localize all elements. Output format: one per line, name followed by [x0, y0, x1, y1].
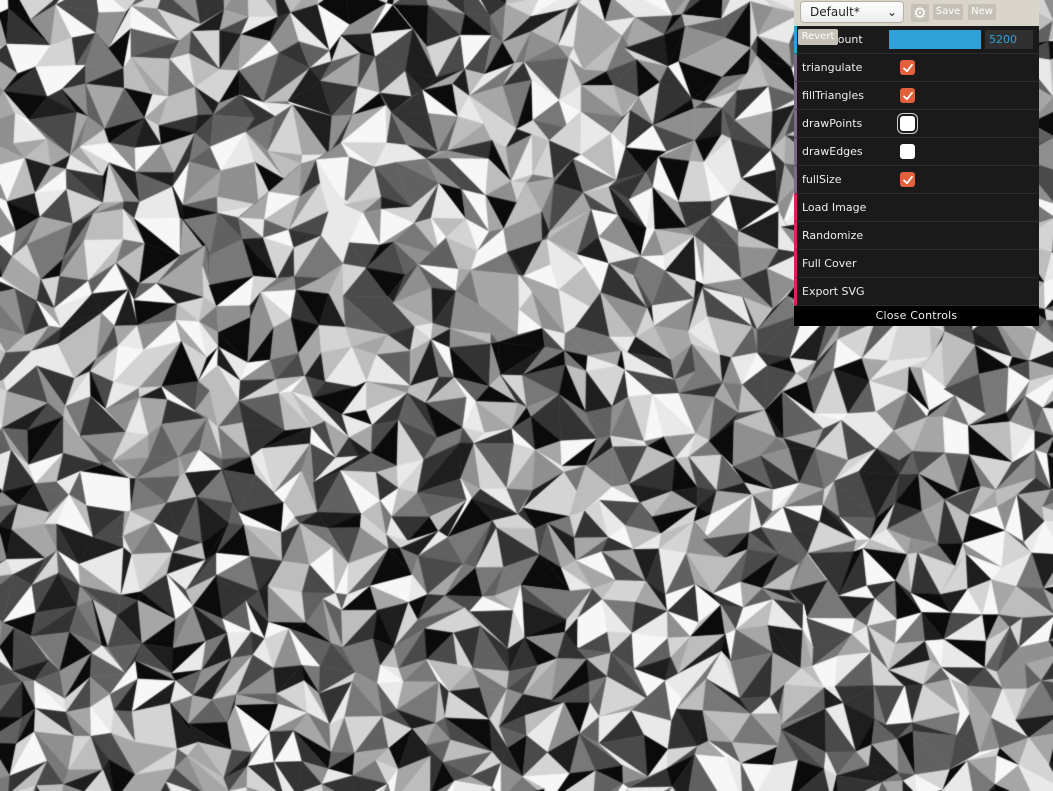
row-drawPoints: drawPoints [794, 110, 1039, 138]
new-button[interactable]: New [968, 4, 996, 20]
load-image-button[interactable]: Load Image [794, 194, 1039, 222]
full-cover-label: Full Cover [802, 257, 857, 270]
preset-select[interactable]: Default* ⌄ [800, 1, 904, 23]
checkmark-icon [903, 175, 913, 185]
row-triangulate: triangulate [794, 54, 1039, 82]
preset-toolbar: Default* ⌄ ⚙ Save New [794, 0, 1039, 26]
chevron-down-icon: ⌄ [886, 5, 897, 19]
gear-icon[interactable]: ⚙ [911, 4, 929, 22]
save-button[interactable]: Save [933, 4, 963, 20]
point-count-slider-fill [889, 30, 981, 49]
fillTriangles-label: fillTriangles [802, 89, 864, 102]
full-cover-button[interactable]: Full Cover [794, 250, 1039, 278]
export-svg-label: Export SVG [802, 285, 865, 298]
point-count-row: pointCount Revert 5200 [794, 26, 1039, 54]
point-count-input[interactable]: 5200 [985, 30, 1033, 49]
randomize-button[interactable]: Randomize [794, 222, 1039, 250]
triangulation-stage: Default* ⌄ ⚙ Save New pointCount Revert … [0, 0, 1053, 791]
close-controls-button[interactable]: Close Controls [794, 306, 1039, 326]
drawEdges-checkbox[interactable] [900, 144, 915, 159]
drawPoints-label: drawPoints [802, 117, 863, 130]
checkmark-icon [903, 63, 913, 73]
row-fullSize: fullSize [794, 166, 1039, 194]
randomize-label: Randomize [802, 229, 864, 242]
point-count-slider[interactable] [889, 30, 981, 49]
checkmark-icon [903, 91, 913, 101]
controls-panel: Default* ⌄ ⚙ Save New pointCount Revert … [794, 0, 1039, 326]
triangulate-checkbox[interactable] [900, 60, 915, 75]
load-image-label: Load Image [802, 201, 867, 214]
fullSize-label: fullSize [802, 173, 842, 186]
drawEdges-label: drawEdges [802, 145, 863, 158]
drawPoints-checkbox[interactable] [900, 116, 915, 131]
row-fillTriangles: fillTriangles [794, 82, 1039, 110]
row-drawEdges: drawEdges [794, 138, 1039, 166]
revert-button[interactable]: Revert [798, 29, 838, 45]
fillTriangles-checkbox[interactable] [900, 88, 915, 103]
fullSize-checkbox[interactable] [900, 172, 915, 187]
triangulate-label: triangulate [802, 61, 863, 74]
export-svg-button[interactable]: Export SVG [794, 278, 1039, 306]
preset-select-value: Default* [810, 5, 860, 19]
